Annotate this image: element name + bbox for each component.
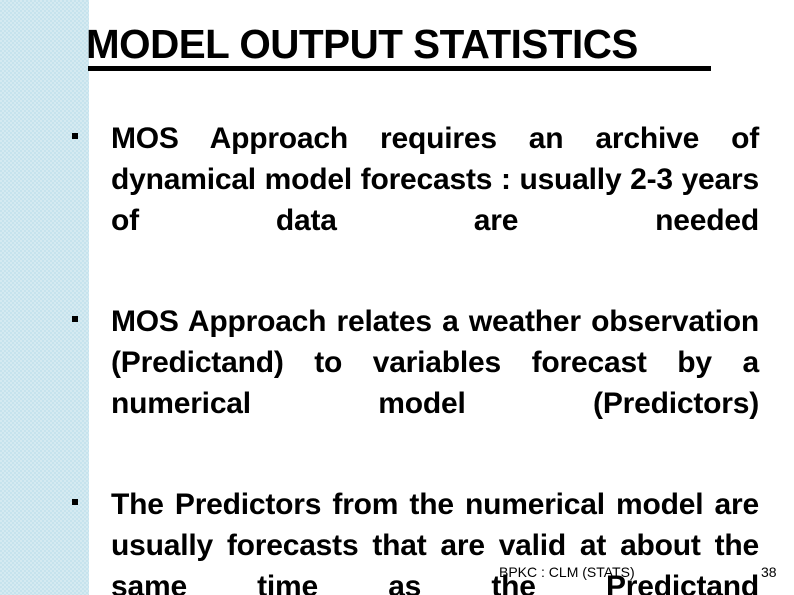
page-title: MODEL OUTPUT STATISTICS [86, 21, 638, 67]
list-item: MOS Approach relates a weather observati… [72, 301, 759, 465]
footer-note: BPKC : CLM (STATS) [499, 564, 635, 580]
square-bullet-icon [72, 133, 78, 139]
slide-canvas: MODEL OUTPUT STATISTICS MOS Approach req… [0, 0, 794, 595]
square-bullet-icon [72, 499, 78, 505]
slide-page-number: 38 [761, 564, 777, 580]
square-bullet-icon [72, 316, 78, 322]
list-item-text: MOS Approach requires an archive of dyna… [111, 122, 759, 237]
list-item: MOS Approach requires an archive of dyna… [72, 118, 759, 282]
decorative-sidebar-band [0, 0, 89, 595]
bullet-list: MOS Approach requires an archive of dyna… [72, 118, 759, 595]
title-underline [88, 66, 711, 71]
list-item: The Predictors from the numerical model … [72, 484, 759, 595]
list-item-text: The Predictors from the numerical model … [111, 488, 759, 595]
list-item-text: MOS Approach relates a weather observati… [111, 305, 759, 420]
